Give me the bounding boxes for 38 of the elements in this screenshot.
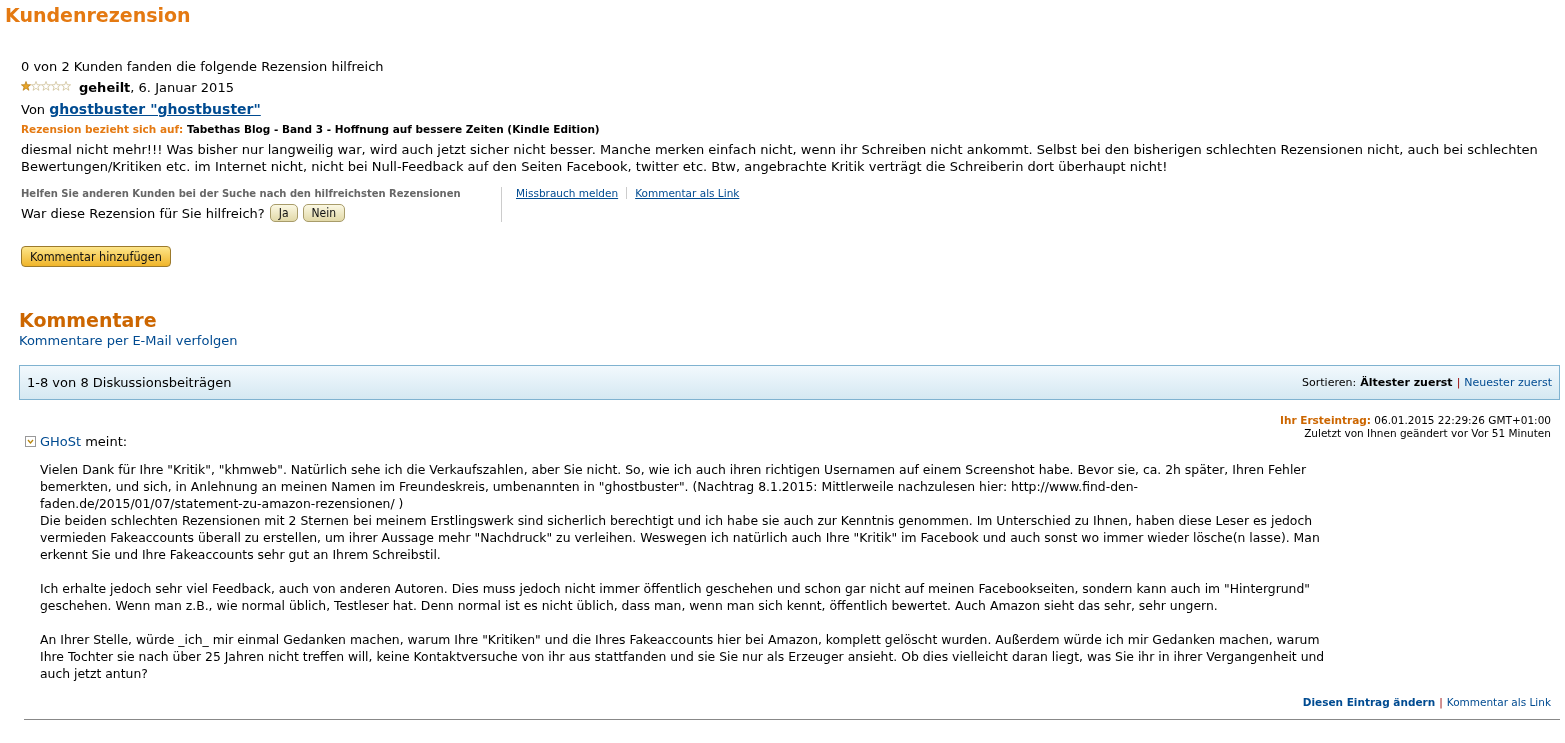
refers-label: Rezension bezieht sich auf: [21,123,184,135]
edit-entry-link[interactable]: Diesen Eintrag ändern [1302,696,1436,708]
page-title: Kundenrezension [5,4,192,26]
edited-note: Zuletzt von Ihnen geändert vor Vor 51 Minuten [1303,427,1551,440]
commenter-link[interactable]: GHoSt [40,434,82,449]
discussion-count: 1-8 von 8 Diskussionsbeiträgen [27,375,232,390]
comment-paragraph: Ich erhalte jedoch sehr viel Feedback, auch von anderen Autoren. Dies muss jedoch nicht immer öffentlich geschehen und schon gar nicht auf meinen Facebookseiten, sondern kann auch im "Hintergrund" geschehen. Wenn man z.B., wie normal üblich, Testleser hat. Denn normal ist es nicht üblich, dass man, wenn man sich kennt, öffentlich bewertet. Auch Amazon sieht das sehr, sehr ungern. [40,580,1311,614]
separator: | [1456,376,1461,389]
star-icon [41,81,51,91]
sort-option[interactable]: Neuester zuerst [1464,376,1552,389]
sort-label: Sortieren: [1302,376,1357,389]
collapse-icon[interactable] [25,436,36,447]
comment-paragraph: Vielen Dank für Ihre "Kritik", "khmweb". Natürlich sehe ich die Verkaufszahlen, aber Sie nicht. So, wie ich auch ihren richtigen Usernamen auf einem Screenshot habe. Bevor sie, ca. 2h später, Ihren Fehler bemerkten, und sich, in Anlehnung an meinen Namen im Freundeskreis, umbenannten in "ghostbuster". (Nachtrag 8.1.2015: Mittlerweile nachzulesen hier: http://www.find-den-faden.de/2015/01/07/statement-zu-amazon-rezensionen/ ) Die beiden schlechten Rezensionen mit 2 Sternen bei meinem Erstlingswerk sind sicherlich berechtigt und ich habe sie auch zur Kenntnis genommen. Im Unterschied zu Ihnen, haben diese Leser es jedoch vermieden Fakeaccounts überall zu erstellen, um ihrer Aussage mehr "Nachdruck" zu verleihen. Weswegen ich natürlich auch Ihre "Kritik" im Facebook und auch sonst wo immer wieder lösche(n lasse). Man erkennt Sie und Ihre Fakeaccounts sehr gut an Ihrem Schreibstil. [40,461,1321,563]
add-comment-button[interactable]: Kommentar hinzufügen [21,246,171,267]
comment-link[interactable]: Kommentar als Link [1446,696,1551,708]
product-title: Tabethas Blog - Band 3 - Hoffnung auf bessere Zeiten (Kindle Edition) [186,123,600,135]
star-icon [61,81,71,91]
helpful-question: War diese Rezension für Sie hilfreich? [21,205,265,221]
says-label: meint: [85,434,128,449]
vote-button[interactable]: Nein [302,204,346,222]
review-headline: geheilt, 6. Januar 2015 [79,80,234,95]
first-entry-date: Ihr Ersteintrag: 06.01.2015 22:29:26 GMT+01:00 [1279,414,1551,427]
review-text: diesmal nicht mehr!!! Was bisher nur langweilig war, wird auch jetzt sicher nicht besser. Manche merken einfach nicht, wenn ihr Schreiben nicht ankommt. Selbst bei den bisherigen schlechten Rezensionen nicht, auch bei schlechten Bewertungen/Kritiken etc. im Internet nicht, nicht bei Null-Feedback auf den Seiten Facebook, twitter etc. Btw, angebrachte Kritik verträgt die Schreiberin dort überhaupt nicht! [21,141,1539,175]
separator: | [1439,696,1443,708]
vote-button[interactable]: Ja [269,204,298,222]
help-prompt: Helfen Sie anderen Kunden bei der Suche nach den hilfreichsten Rezensionen [21,188,462,199]
report-abuse-link[interactable]: Missbrauch melden [516,187,627,199]
comment-link[interactable]: Kommentar als Link [626,187,748,199]
follow-comments-link[interactable]: Kommentare per E-Mail verfolgen [19,333,238,348]
by-label: Von [21,102,47,117]
helpful-count-text: 0 von 2 Kunden fanden die folgende Rezension hilfreich [21,59,385,74]
author-link[interactable]: ghostbuster "ghostbuster" [49,101,261,117]
star-icon [51,81,61,91]
sort-option[interactable]: Ältester zuerst [1360,376,1453,389]
star-icon [21,81,31,91]
comment-paragraph: An Ihrer Stelle, würde _ich_ mir einmal Gedanken machen, warum Ihre "Kritiken" und die Ihres Fakeaccounts hier bei Amazon, komplett gelöscht wurden. Außerdem würde ich mir Gedanken machen, warum Ihre Tochter sie nach über 25 Jahren nicht treffen will, keine Kontaktversuche von ihr aus stattfanden und sie Sie nur als Erzeuger ansieht. Ob dies vielleicht daran liegt, was Sie ihr in ihrer Vergangenheit und auch jetzt antun? [40,631,1326,682]
comments-heading: Kommentare [19,309,158,331]
star-icon [31,81,41,91]
